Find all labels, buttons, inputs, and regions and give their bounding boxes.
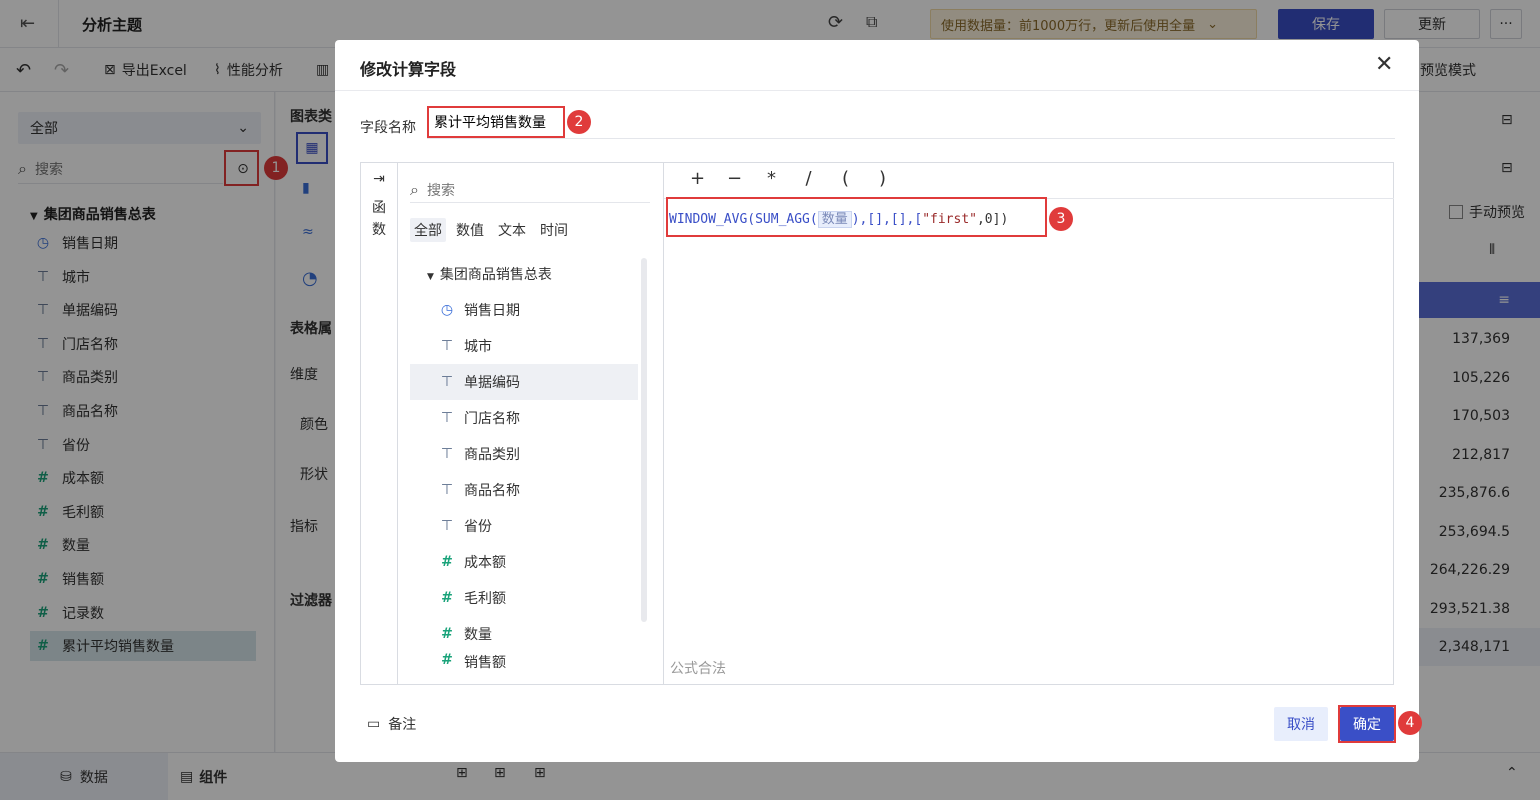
operator-button[interactable]: / <box>790 168 827 189</box>
clock-icon: ◷ <box>440 302 454 318</box>
field-label: 销售额 <box>464 655 506 670</box>
field-label: 成本额 <box>464 555 506 571</box>
cancel-button[interactable]: 取消 <box>1274 707 1328 741</box>
field-item[interactable]: ⊤ 省份 <box>410 508 638 544</box>
field-item[interactable]: # 销售额 <box>410 652 638 670</box>
field-label: 单据编码 <box>464 375 520 391</box>
number-type-icon: # <box>441 626 453 642</box>
formula-status: 公式合法 <box>670 661 726 677</box>
text-type-icon: ⊤ <box>440 374 454 390</box>
function-tab-label: 函数 <box>372 200 386 238</box>
highlight-confirm <box>1338 705 1396 743</box>
search-icon: ⌕ <box>410 179 419 199</box>
field-label: 毛利额 <box>464 591 506 607</box>
field-item[interactable]: # 成本额 <box>410 544 638 580</box>
filter-tab[interactable]: 全部 <box>410 218 446 242</box>
operator-button[interactable]: + <box>679 168 716 189</box>
step-badge-2: 2 <box>567 110 591 134</box>
dialog-title: 修改计算字段 <box>360 60 457 79</box>
caret-down-icon: ▼ <box>427 272 434 282</box>
close-icon[interactable]: ✕ <box>1375 52 1393 77</box>
expand-right-icon: ⇥ <box>373 171 385 187</box>
highlight-formula <box>666 197 1047 237</box>
operator-bar: + − * /() <box>679 168 901 189</box>
field-search[interactable]: ⌕ <box>410 177 650 203</box>
field-label: 城市 <box>464 339 492 355</box>
divider <box>335 90 1419 91</box>
field-item[interactable]: ◷ 销售日期 <box>410 292 638 328</box>
field-label: 省份 <box>464 519 492 535</box>
filter-tab[interactable]: 数值 <box>452 218 488 242</box>
filter-tab[interactable]: 时间 <box>536 218 572 242</box>
step-badge-3: 3 <box>1049 207 1073 231</box>
field-label: 商品类别 <box>464 447 520 463</box>
field-item[interactable]: ⊤ 城市 <box>410 328 638 364</box>
edit-calc-field-dialog: 修改计算字段 ✕ 字段名称 2 ⇥ 函数 ⌕ 全部数值文本时间 ▼集团商品销售总… <box>335 40 1422 762</box>
modal-table-tree-node[interactable]: ▼ 集团商品销售总表 <box>427 264 552 284</box>
text-type-icon: ⊤ <box>440 338 454 354</box>
field-item[interactable]: ⊤ 门店名称 <box>410 400 638 436</box>
field-name-label: 字段名称 <box>360 120 416 136</box>
field-item[interactable]: ⊤ 单据编码 <box>410 364 638 400</box>
highlight-field-name <box>427 106 565 138</box>
operator-button[interactable]: − <box>716 168 753 189</box>
text-type-icon: ⊤ <box>440 518 454 534</box>
field-search-input[interactable] <box>426 181 607 198</box>
function-tab[interactable]: ⇥ 函数 <box>361 163 398 684</box>
field-label: 门店名称 <box>464 411 520 427</box>
field-label: 销售日期 <box>464 303 520 319</box>
field-item[interactable]: # 数量 <box>410 616 638 652</box>
filter-tab[interactable]: 文本 <box>494 218 530 242</box>
field-item[interactable]: ⊤ 商品类别 <box>410 436 638 472</box>
number-type-icon: # <box>441 554 453 570</box>
text-type-icon: ⊤ <box>440 446 454 462</box>
field-label: 商品名称 <box>464 483 520 499</box>
text-type-icon: ⊤ <box>440 410 454 426</box>
comment-icon: ▭ <box>367 716 381 732</box>
operator-button[interactable]: ( <box>827 168 864 189</box>
divider <box>663 163 664 684</box>
step-badge-4: 4 <box>1398 711 1422 735</box>
field-type-tabs: 全部 数值 文本 时间 <box>410 218 578 242</box>
field-item[interactable]: ⊤ 商品名称 <box>410 472 638 508</box>
number-type-icon: # <box>441 590 453 606</box>
field-item[interactable]: # 毛利额 <box>410 580 638 616</box>
number-type-icon: # <box>441 652 453 668</box>
note-button[interactable]: ▭ 备注 <box>367 714 416 734</box>
operator-button[interactable]: * <box>753 168 790 189</box>
text-type-icon: ⊤ <box>440 482 454 498</box>
field-label: 数量 <box>464 627 492 643</box>
field-list-scrollbar[interactable] <box>641 258 647 622</box>
operator-button[interactable]: ) <box>864 168 901 189</box>
